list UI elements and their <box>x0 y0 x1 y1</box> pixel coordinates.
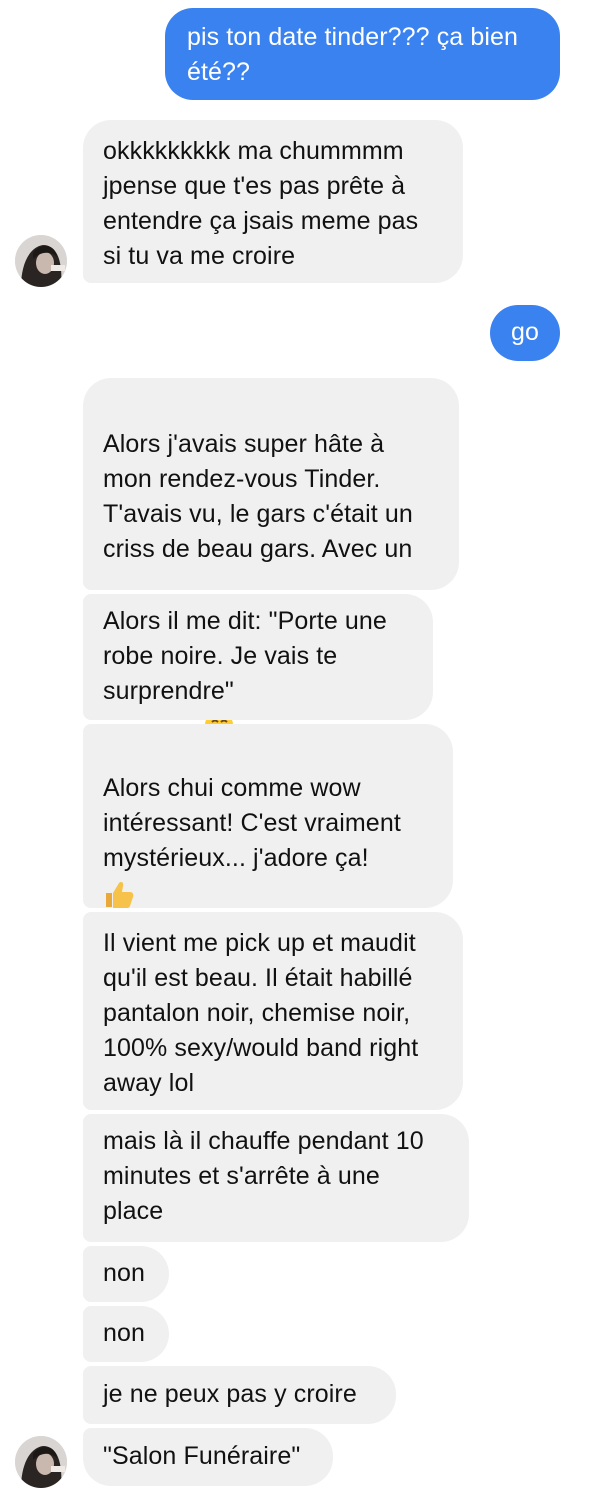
incoming-message-bubble[interactable]: Alors j'avais super hâte à mon rendez-vo… <box>83 378 459 740</box>
incoming-message-bubble[interactable]: Il vient me pick up et maudit qu'il est … <box>83 912 463 1110</box>
thumbs-up-icon <box>106 882 134 909</box>
incoming-message-bubble[interactable]: mais là il chauffe pendant 10 minutes et… <box>83 1114 469 1242</box>
incoming-message-bubble[interactable]: non <box>83 1246 169 1302</box>
incoming-message-bubble[interactable]: Alors il me dit: "Porte une robe noire. … <box>83 594 433 720</box>
contact-avatar[interactable] <box>15 235 67 287</box>
incoming-message-bubble[interactable]: Alors chui comme wow intéressant! C'est … <box>83 724 453 1014</box>
avatar-photo-icon <box>15 1436 67 1488</box>
avatar-photo-icon <box>15 235 67 287</box>
incoming-message-bubble[interactable]: je ne peux pas y croire <box>83 1366 396 1424</box>
incoming-message-bubble[interactable]: okkkkkkkkk ma chummmm jpense que t'es pa… <box>83 120 463 283</box>
contact-avatar[interactable] <box>15 1436 67 1488</box>
incoming-message-bubble[interactable]: non <box>83 1306 169 1362</box>
message-text: Alors chui comme wow intéressant! C'est … <box>103 774 401 872</box>
outgoing-message-bubble[interactable]: go <box>490 305 560 361</box>
incoming-message-bubble[interactable]: "Salon Funéraire" <box>83 1428 333 1486</box>
outgoing-message-bubble[interactable]: pis ton date tinder??? ça bien été?? <box>165 8 560 100</box>
